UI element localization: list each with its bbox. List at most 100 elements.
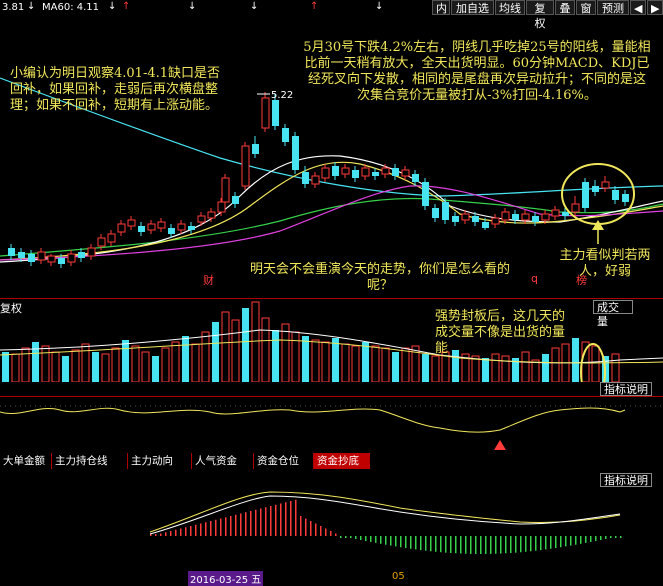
macd-bar: [280, 503, 282, 536]
high-marker-label: 5.22: [271, 90, 293, 101]
next-icon[interactable]: ▶: [647, 0, 663, 15]
macd-bar: [180, 528, 182, 536]
macd-bar: [270, 506, 272, 536]
macd-bar: [320, 526, 322, 536]
macd-bar: [295, 499, 297, 536]
macd-bar: [160, 533, 162, 536]
candle-body: [482, 222, 489, 228]
arrow-up-icon: ↑: [122, 1, 131, 12]
overlay-button[interactable]: 叠: [555, 0, 575, 15]
panel-separator: [0, 298, 663, 299]
macd-bar: [530, 536, 532, 552]
ma60-label: MA60: 4.11: [42, 2, 100, 13]
month-label: 05: [392, 571, 405, 582]
macd-bar: [400, 536, 402, 548]
adjust-button[interactable]: 复权: [526, 0, 554, 30]
macd-bar: [240, 513, 242, 536]
candle-body: [47, 255, 56, 263]
volume-bar: [501, 355, 510, 382]
macd-bar: [525, 536, 527, 552]
candle-body: [432, 208, 439, 218]
forecast-button[interactable]: 预测: [597, 0, 629, 15]
volume-bar: [92, 352, 99, 382]
candle-body: [261, 97, 270, 129]
macd-bar: [560, 536, 562, 548]
volume-bar: [332, 338, 339, 382]
candle-body: [381, 167, 390, 175]
volume-bar: [231, 319, 240, 382]
tab-main-trend[interactable]: 主力动向: [128, 453, 192, 469]
candle-body: [117, 223, 126, 233]
macd-bar: [375, 536, 377, 543]
arrow-down-icon: ↓: [27, 1, 36, 12]
tab-popularity[interactable]: 人气资金: [192, 453, 254, 469]
indicator-explain-button[interactable]: 指标说明: [600, 382, 652, 396]
tab-large-order[interactable]: 大单金额: [0, 453, 52, 469]
macd-bar: [390, 536, 392, 546]
inner-button[interactable]: 内: [432, 0, 450, 15]
candle-body: [352, 170, 359, 178]
candle-body: [292, 136, 299, 170]
candle-body: [361, 167, 370, 177]
macd-bar: [200, 523, 202, 536]
q-marker[interactable]: q: [531, 272, 538, 285]
candlesticks: [8, 92, 629, 268]
macd-bar: [205, 522, 207, 536]
macd-bar: [480, 536, 482, 554]
macd-bar: [575, 536, 577, 545]
macd-bar: [490, 536, 492, 554]
top-toolbar: 3.81 ↓ MA60: 4.11 ↓ ↑ ↓ ↓ ↑ ↓ 内 加自选 均线 复…: [0, 0, 663, 30]
candle-body: [58, 258, 65, 264]
volume-bar: [291, 331, 300, 382]
volume-note: 强势封板后，这几天的成交量不像是出货的量能: [435, 309, 566, 356]
macd-bar: [550, 536, 552, 549]
volume-bar: [101, 353, 110, 382]
macd-bar: [435, 536, 437, 552]
candle-body: [582, 182, 589, 208]
cursor-date-label: 2016-03-25 五: [188, 571, 264, 586]
candle-body: [311, 175, 320, 185]
macd-bar: [495, 536, 497, 554]
prev-icon[interactable]: ◀: [630, 0, 646, 15]
finance-marker[interactable]: 财: [203, 273, 214, 285]
volume-bar: [392, 352, 399, 382]
macd-bar: [445, 536, 447, 553]
macd-bar: [230, 516, 232, 536]
macd-bar: [555, 536, 557, 548]
volume-bar: [341, 343, 350, 382]
macd-bar: [540, 536, 542, 551]
macd-bar: [325, 528, 327, 536]
volume-bar: [152, 356, 159, 382]
macd-bar: [565, 536, 567, 547]
candle-body: [461, 213, 470, 221]
candle-body: [272, 100, 279, 126]
candle-body: [612, 190, 619, 200]
volume-bar: [431, 355, 440, 382]
candle-body: [302, 172, 309, 184]
macd-bar: [590, 536, 592, 542]
ma-line-button[interactable]: 均线: [495, 0, 525, 15]
macd-bar: [335, 533, 337, 536]
arrow-down-icon: ↓: [188, 1, 197, 12]
add-watchlist-button[interactable]: 加自选: [451, 0, 494, 15]
volume-bar: [482, 358, 489, 382]
arrow-down-icon: ↓: [108, 1, 117, 12]
indicator-chart: [0, 405, 663, 450]
window-button[interactable]: 窗: [576, 0, 596, 15]
candle-body: [28, 254, 35, 262]
candle-body: [87, 247, 96, 257]
macd-bar: [345, 536, 347, 538]
macd-bar: [340, 536, 342, 538]
tab-fund-bottom[interactable]: 资金抄底: [314, 453, 370, 469]
volume-bar: [161, 347, 170, 382]
macd-bar: [355, 536, 357, 540]
volume-bar: [62, 356, 69, 382]
tab-fund-position[interactable]: 资金仓位: [254, 453, 314, 469]
macd-bar: [450, 536, 452, 553]
volume-bar: [401, 347, 410, 382]
tab-main-position[interactable]: 主力持仓线: [52, 453, 128, 469]
volume-bar: [531, 359, 540, 382]
macd-bar: [360, 536, 362, 541]
volume-bar: [371, 345, 380, 382]
macd-bar: [165, 532, 167, 536]
